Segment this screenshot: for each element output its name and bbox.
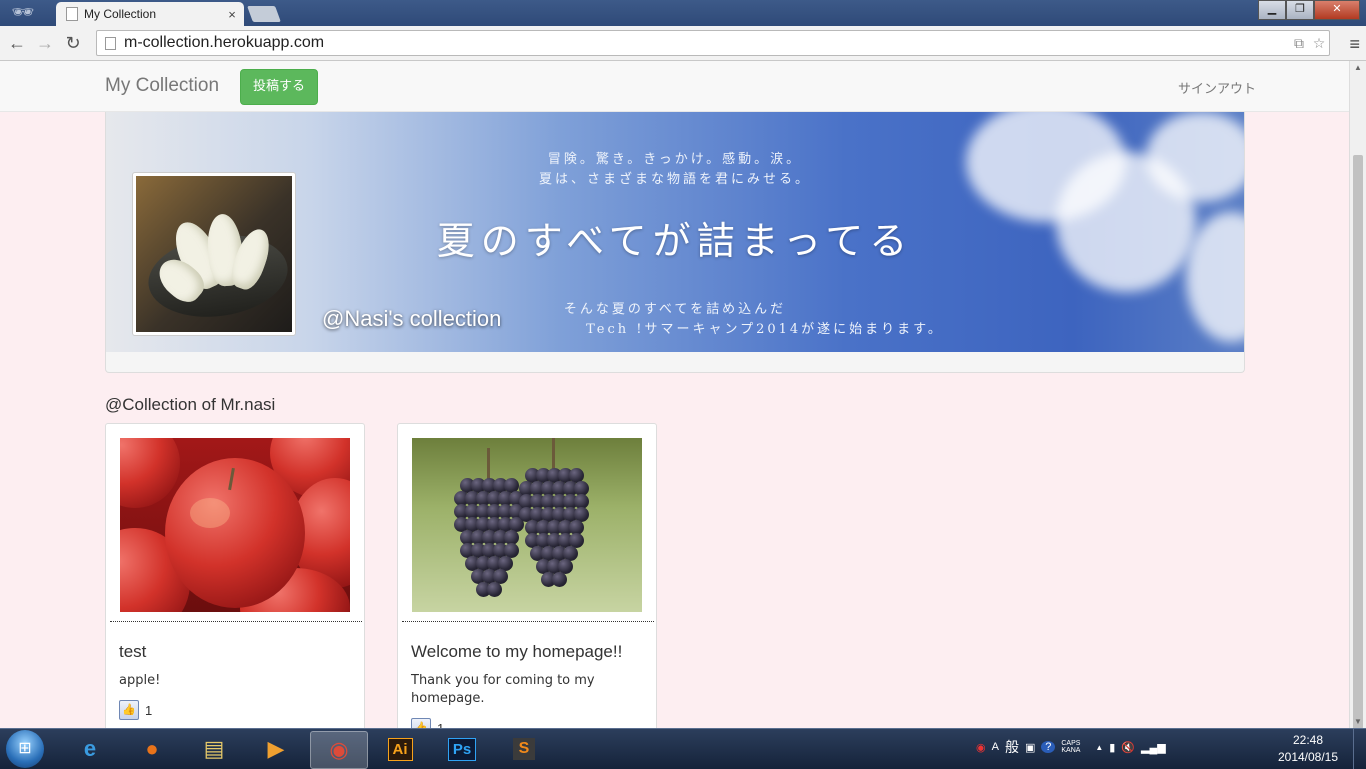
maximize-button[interactable]: ❐ — [1286, 0, 1314, 20]
translate-icon[interactable]: ⧉ — [1289, 35, 1309, 52]
card-divider — [110, 621, 362, 622]
like-count: 1 — [437, 720, 445, 729]
incognito-icon: 🕶 — [11, 1, 35, 22]
taskbar-illustrator-button[interactable]: Ai — [372, 731, 428, 767]
taskbar-sublime-text-button[interactable]: S — [496, 731, 552, 767]
scroll-down-icon[interactable]: ▼ — [1350, 717, 1366, 726]
internet-explorer-icon: e — [83, 736, 97, 761]
card-title[interactable]: test — [119, 642, 146, 662]
collection-title: @Nasi's collection — [322, 306, 502, 331]
reload-button[interactable]: ↻ — [62, 32, 84, 54]
minimize-button[interactable]: ▁ — [1258, 0, 1286, 20]
show-desktop-button[interactable] — [1353, 729, 1366, 769]
file-explorer-icon: ▤ — [203, 736, 225, 761]
collection-card[interactable]: test apple! 👍 1 — [105, 423, 365, 728]
page-icon — [66, 7, 78, 21]
new-tab-button[interactable] — [247, 6, 281, 22]
ime-toolbar-icon[interactable]: ▣ — [1025, 741, 1035, 754]
photoshop-icon: Ps — [447, 737, 477, 761]
volume-muted-icon[interactable]: 🔇 — [1121, 741, 1135, 754]
illustrator-icon: Ai — [387, 737, 413, 761]
show-hidden-icons[interactable]: ▲ — [1095, 743, 1103, 752]
star-icon[interactable]: ☆ — [1309, 35, 1329, 52]
like-button[interactable]: 👍 1 — [411, 718, 444, 728]
site-navbar: My Collection 投稿する サインアウト — [0, 61, 1350, 112]
firefox-icon: ● — [145, 736, 159, 761]
help-icon[interactable]: ? — [1041, 741, 1056, 753]
like-count: 1 — [145, 702, 153, 718]
cover-image: 冒険。驚き。きっかけ。感動。涙。 夏は、さまざまな物語を君にみせる。 夏のすべて… — [106, 112, 1244, 352]
start-button[interactable]: ⊞ — [6, 730, 44, 768]
taskbar: ⊞ e ● ▤ ▶ ◉ Ai Ps S ◉ A 般 ▣ ? CAPS KANA ▲ ▮ 🔇 ▂… — [0, 728, 1366, 769]
signal-icon[interactable]: ▂▄▆ — [1141, 741, 1166, 754]
card-description: Thank you for coming to my homepage. — [411, 673, 595, 706]
caps-kana-indicator: CAPS KANA — [1061, 740, 1081, 754]
browser-tab[interactable]: My Collection × — [56, 2, 244, 26]
page-viewport: My Collection 投稿する サインアウト 冒険。驚き。きっかけ。感動。… — [0, 61, 1350, 728]
taskbar-file-explorer-button[interactable]: ▤ — [186, 731, 242, 767]
profile-banner-panel: 冒険。驚き。きっかけ。感動。涙。 夏は、さまざまな物語を君にみせる。 夏のすべて… — [105, 112, 1245, 373]
post-button[interactable]: 投稿する — [240, 69, 319, 105]
pear-photo — [136, 176, 292, 332]
clock-date: 2014/08/15 — [1277, 750, 1339, 764]
browser-toolbar: ← → ↻ ⧉ ☆ ≡ — [0, 26, 1366, 61]
scrollbar-thumb[interactable] — [1353, 155, 1363, 729]
window-controls: ▁ ❐ ✕ — [1258, 0, 1360, 20]
taskbar-chrome-button[interactable]: ◉ — [310, 731, 368, 769]
taskbar-media-player-button[interactable]: ▶ — [248, 731, 304, 767]
tab-strip: 🕶 My Collection × ▁ ❐ ✕ — [0, 0, 1366, 26]
grapes-photo[interactable] — [412, 438, 642, 612]
back-button[interactable]: ← — [6, 32, 28, 54]
media-player-icon: ▶ — [267, 736, 285, 761]
tab-close-icon[interactable]: × — [224, 7, 240, 22]
chrome-icon: ◉ — [329, 737, 349, 762]
like-button[interactable]: 👍 1 — [119, 700, 152, 720]
avatar[interactable] — [132, 172, 296, 336]
section-heading: @Collection of Mr.nasi — [105, 395, 276, 414]
card-title[interactable]: Welcome to my homepage!! — [411, 642, 622, 662]
taskbar-photoshop-button[interactable]: Ps — [434, 731, 490, 767]
taskbar-firefox-button[interactable]: ● — [124, 731, 180, 767]
forward-button[interactable]: → — [34, 32, 56, 54]
thumbs-up-icon: 👍 — [411, 718, 431, 728]
taskbar-clock[interactable]: 22:48 2014/08/15 — [1268, 732, 1348, 766]
chrome-menu-icon[interactable]: ≡ — [1349, 34, 1360, 55]
close-window-button[interactable]: ✕ — [1314, 0, 1360, 20]
url-input[interactable] — [122, 33, 1289, 53]
scroll-up-icon[interactable]: ▲ — [1350, 63, 1366, 72]
signout-link[interactable]: サインアウト — [1178, 78, 1256, 97]
tray-app-icon[interactable]: ◉ — [976, 741, 986, 754]
network-icon[interactable]: ▮ — [1109, 741, 1115, 754]
ime-kanji-icon[interactable]: 般 — [1005, 737, 1019, 757]
brand-link[interactable]: My Collection — [105, 75, 219, 97]
page-scrollbar[interactable]: ▲ ▼ — [1349, 61, 1366, 729]
page-icon — [105, 36, 116, 50]
clock-time: 22:48 — [1292, 733, 1324, 747]
collection-card[interactable]: Welcome to my homepage!! Thank you for c… — [397, 423, 657, 728]
taskbar-internet-explorer-button[interactable]: e — [62, 731, 118, 767]
banner-tagline-1: 冒険。驚き。きっかけ。感動。涙。 — [547, 152, 803, 167]
tab-title: My Collection — [84, 7, 157, 21]
thumbs-up-icon: 👍 — [119, 700, 139, 720]
apples-photo[interactable] — [120, 438, 350, 612]
sublime-text-icon: S — [512, 738, 536, 760]
card-divider — [402, 621, 654, 622]
card-description: apple! — [119, 673, 161, 688]
system-tray: ◉ A 般 ▣ ? CAPS KANA ▲ ▮ 🔇 ▂▄▆ — [976, 737, 1172, 757]
address-bar[interactable]: ⧉ ☆ — [96, 30, 1330, 56]
ime-mode-icon[interactable]: A — [992, 741, 999, 753]
